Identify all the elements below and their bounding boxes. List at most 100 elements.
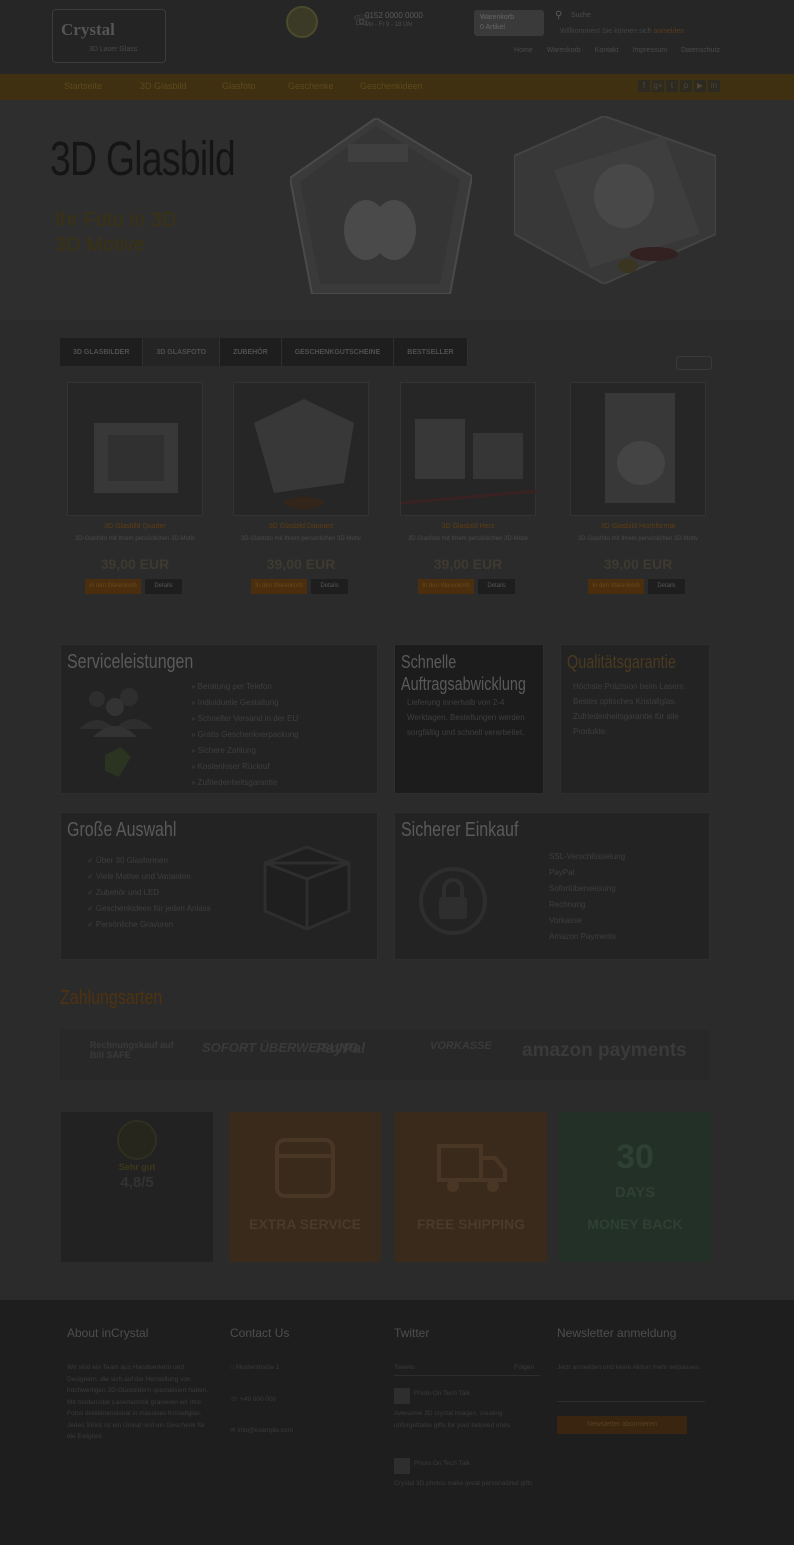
logo[interactable]: Crystal 3D Laser Glass: [52, 9, 166, 63]
money-back-badge[interactable]: 30 DAYS MONEY BACK: [559, 1112, 711, 1262]
payment-title: Zahlungsarten: [60, 987, 163, 1009]
users-icon: [79, 688, 153, 777]
footer-twitter-title: Twitter: [394, 1326, 430, 1340]
footer-about: About inCrystal Wir sind ein Team aus Ha…: [67, 1326, 213, 1443]
newsletter-email-input[interactable]: [557, 1388, 705, 1402]
add-to-cart-button[interactable]: In den Warenkorb: [588, 579, 644, 594]
product-name[interactable]: 3D Glasbild Quader: [67, 523, 203, 530]
nav-item-glasfoto[interactable]: Glasfoto: [222, 81, 256, 91]
product-price: 39,00 EUR: [266, 556, 336, 572]
service-title: Serviceleistungen: [67, 651, 194, 673]
footer-newsletter-title: Newsletter anmeldung: [557, 1326, 677, 1340]
quality-title: Qualitätsgarantie: [567, 652, 676, 672]
brand-tagline: 3D Laser Glass: [89, 46, 138, 53]
quality-panel: Qualitätsgarantie Höchste Präzision beim…: [560, 644, 710, 794]
fast-processing-panel: Schnelle Auftragsabwicklung Lieferung in…: [394, 644, 544, 794]
add-to-cart-button[interactable]: In den Warenkorb: [251, 579, 307, 594]
nav-item-home[interactable]: Startseite: [64, 81, 102, 91]
quality-text: Höchste Präzision beim Lasern. Bestes op…: [573, 682, 686, 736]
pinterest-icon[interactable]: p: [680, 80, 692, 92]
secure-panel: Sicherer Einkauf SSL-Verschlüsselung Pay…: [394, 812, 710, 960]
tab-3d-glasfoto[interactable]: 3D GLASFOTO: [143, 338, 221, 366]
footer-contact: Contact Us ⌂ Musterstraße 1 ☏ +49 000 00…: [230, 1326, 380, 1437]
free-shipping-badge[interactable]: FREE SHIPPING: [395, 1112, 547, 1262]
search-input[interactable]: ⚲ Suche: [555, 10, 719, 23]
cart-button[interactable]: Warenkorb 0 Artikel: [474, 10, 544, 36]
product-name[interactable]: 3D Glasbild Hochformat: [570, 523, 706, 530]
tweet-item[interactable]: Photo On Tech Talk Crystal 3D photos mak…: [394, 1458, 540, 1508]
lock-icon: [419, 867, 487, 935]
rating-badge[interactable]: Sehr gut 4,8/5: [61, 1112, 213, 1262]
payment-vorkasse: VORKASSE: [430, 1040, 492, 1052]
product-image[interactable]: [233, 382, 369, 516]
product-card[interactable]: 3D Glasbild Diamant 3D-Glasfoto mit Ihre…: [233, 382, 373, 598]
brand-name: Crystal: [61, 20, 115, 39]
product-description: 3D-Glasfoto mit Ihrem persönlichen 3D-Mo…: [407, 536, 529, 542]
nav-item-geschenkideen[interactable]: Geschenkideen: [360, 81, 423, 91]
truck-icon: [437, 1144, 507, 1192]
fast-title: Schnelle Auftragsabwicklung: [401, 652, 526, 694]
add-to-cart-button[interactable]: In den Warenkorb: [418, 579, 474, 594]
selection-panel: Große Auswahl ✓ Über 30 Glasformen ✓ Vie…: [60, 812, 378, 960]
product-card[interactable]: 3D Glasbild Hochformat 3D-Glasfoto mit I…: [570, 382, 710, 598]
carousel-pager[interactable]: [676, 356, 712, 370]
extra-service-badge[interactable]: EXTRA SERVICE: [229, 1112, 381, 1262]
newsletter-text: Jetzt anmelden und keine Aktion mehr ver…: [557, 1364, 701, 1371]
free-shipping-label: FREE SHIPPING: [416, 1216, 526, 1232]
payment-amazon: amazon payments: [522, 1040, 687, 1061]
tab-3d-glasbilder[interactable]: 3D GLASBILDER: [60, 338, 144, 366]
youtube-icon[interactable]: ▶: [694, 80, 706, 92]
fast-text: Lieferung innerhalb von 2-4 Werktagen. B…: [407, 698, 525, 737]
footer-about-text: Wir sind ein Team aus Handwerkern und De…: [67, 1364, 209, 1440]
product-description: 3D-Glasfoto mit Ihrem persönlichen 3D-Mo…: [577, 536, 699, 542]
details-button[interactable]: Details: [478, 579, 515, 594]
topnav-contact[interactable]: Kontakt: [595, 47, 619, 57]
nav-item-geschenke[interactable]: Geschenke: [288, 81, 334, 91]
product-name[interactable]: 3D Glasbild Herz: [400, 523, 536, 530]
topnav-privacy[interactable]: Datenschutz: [681, 47, 720, 57]
tweet-item[interactable]: Photo On Tech Talk Awesome 3D crystal im…: [394, 1388, 540, 1454]
footer-about-title: About inCrystal: [67, 1326, 149, 1340]
facebook-icon[interactable]: f: [638, 80, 650, 92]
money-back-days-label: DAYS: [614, 1184, 656, 1201]
follow-button[interactable]: Folgen: [514, 1362, 534, 1374]
money-back-days: 30: [616, 1138, 654, 1176]
phone-number: 0152 0000 0000: [365, 11, 423, 20]
details-button[interactable]: Details: [311, 579, 348, 594]
footer-newsletter: Newsletter anmeldung Jetzt anmelden und …: [557, 1326, 707, 1434]
product-card[interactable]: 3D Glasbild Quader 3D-Glasfoto mit Ihrem…: [67, 382, 207, 598]
twitter-icon[interactable]: t: [666, 80, 678, 92]
topnav-imprint[interactable]: Impressum: [632, 47, 667, 57]
product-name[interactable]: 3D Glasbild Diamant: [233, 523, 369, 530]
topnav-cart[interactable]: Warenkorb: [547, 47, 581, 57]
hero-title: 3D Glasbild: [50, 133, 236, 186]
login-link[interactable]: anmelden: [653, 28, 684, 35]
details-button[interactable]: Details: [145, 579, 182, 594]
cart-label: Warenkorb: [480, 14, 514, 21]
tab-bestseller[interactable]: BESTSELLER: [394, 338, 468, 366]
selection-list: ✓ Über 30 Glasformen ✓ Viele Motive und …: [87, 856, 211, 929]
tab-geschenkgutscheine[interactable]: GESCHENKGUTSCHEINE: [281, 338, 395, 366]
tab-zubehoer[interactable]: ZUBEHÖR: [220, 338, 282, 366]
crystal-pentagon-image: [290, 118, 472, 294]
product-image[interactable]: [67, 382, 203, 516]
contact-email[interactable]: ✉ info@example.com: [230, 1425, 380, 1437]
topnav-home[interactable]: Home: [514, 47, 533, 57]
nav-item-3d-glasbild[interactable]: 3D Glasbild: [140, 81, 187, 91]
product-image[interactable]: [570, 382, 706, 516]
details-button[interactable]: Details: [648, 579, 685, 594]
phone-hours: Mo - Fr 9 - 18 Uhr: [365, 22, 413, 28]
newsletter-subscribe-button[interactable]: Newsletter abonnieren: [557, 1415, 687, 1434]
google-plus-icon[interactable]: g+: [652, 80, 664, 92]
add-to-cart-button[interactable]: In den Warenkorb: [85, 579, 141, 594]
top-nav: Home Warenkorb Kontakt Impressum Datensc…: [514, 47, 720, 57]
trust-seal-icon[interactable]: [286, 6, 318, 38]
footer-twitter: Twitter Tweets Folgen Photo On Tech Talk…: [394, 1326, 540, 1508]
payment-methods: Rechnungskauf auf Bill SAFE SOFORT ÜBERW…: [60, 1030, 710, 1080]
service-list: » Beratung per Telefon » Individuelle Ge…: [191, 682, 299, 787]
linkedin-icon[interactable]: in: [708, 80, 720, 92]
hero-subtitle: Ihr Foto in 3D 3D Motive: [55, 209, 177, 256]
product-card[interactable]: 3D Glasbild Herz 3D-Glasfoto mit Ihrem p…: [400, 382, 540, 598]
product-image[interactable]: [400, 382, 537, 516]
package-box-icon: [263, 845, 351, 931]
